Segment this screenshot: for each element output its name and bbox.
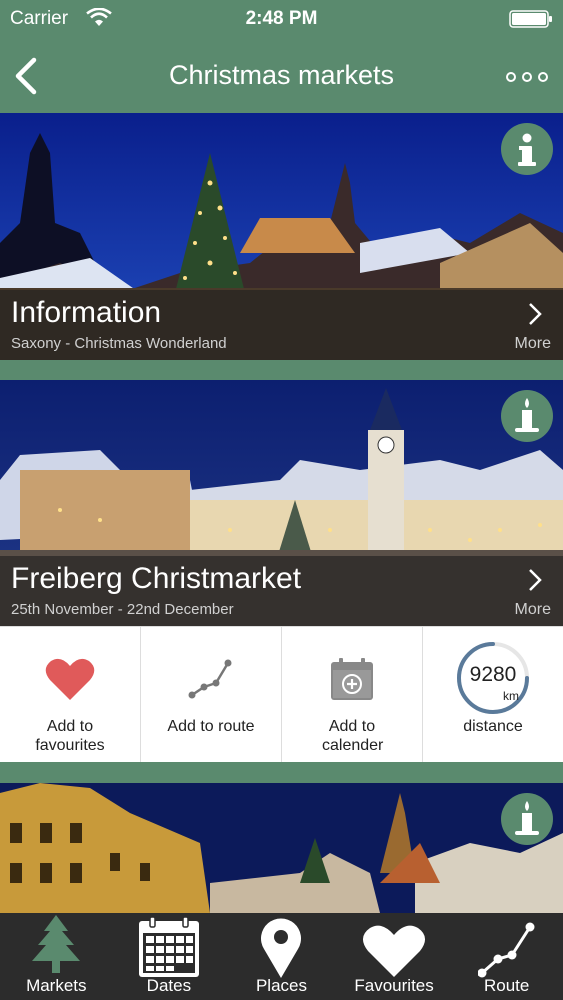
- add-to-favourites-button[interactable]: Add to favourites: [0, 627, 141, 762]
- next-market-card[interactable]: [0, 783, 563, 913]
- battery-icon: [509, 10, 552, 28]
- tab-markets[interactable]: Markets: [0, 913, 113, 1000]
- page-title: Christmas markets: [168, 60, 395, 90]
- freiberg-market-card[interactable]: Freiberg Christmarket 25th November - 22…: [0, 380, 563, 626]
- add-to-calendar-button[interactable]: Add to calender: [282, 627, 423, 762]
- tab-route[interactable]: Route: [450, 913, 563, 1000]
- info-badge[interactable]: [501, 123, 553, 175]
- tab-label: Dates: [146, 976, 192, 995]
- info-card[interactable]: Information Saxony - Christmas Wonderlan…: [0, 113, 563, 360]
- card-subtitle: Saxony - Christmas Wonderland: [11, 335, 227, 352]
- status-bar: Carrier 2:48 PM: [0, 0, 563, 40]
- candle-icon: [515, 398, 539, 432]
- info-card-overlay: Information Saxony - Christmas Wonderlan…: [0, 290, 563, 360]
- distance-gauge: 9280 km: [457, 642, 529, 714]
- action-label: distance: [463, 718, 523, 735]
- more-link[interactable]: More: [515, 335, 551, 353]
- tab-label: Markets: [26, 976, 87, 995]
- heart-icon: [363, 925, 426, 977]
- freiberg-card-overlay: Freiberg Christmarket 25th November - 22…: [0, 556, 563, 626]
- navigation-bar: Christmas markets: [0, 40, 563, 113]
- tab-label: Route: [483, 976, 530, 995]
- tab-favourites[interactable]: Favourites: [338, 913, 451, 1000]
- heart-icon: [45, 658, 95, 700]
- tab-label: Places: [255, 976, 307, 995]
- more-options-icon[interactable]: [505, 62, 549, 92]
- market-actions: Add to favourites Add to route Add to ca…: [0, 626, 563, 762]
- route-icon: [477, 922, 535, 978]
- candle-icon: [515, 801, 539, 835]
- candle-badge[interactable]: [501, 390, 553, 442]
- action-label: Add to route: [167, 718, 255, 735]
- candle-badge[interactable]: [501, 793, 553, 845]
- action-label: Add to calender: [322, 718, 384, 754]
- distance-value: 9280: [470, 663, 517, 686]
- tab-places[interactable]: Places: [225, 913, 338, 1000]
- chevron-right-icon: [529, 303, 542, 325]
- calendar-add-icon: [331, 658, 373, 700]
- more-link[interactable]: More: [515, 601, 551, 619]
- tab-bar: Markets Dates Places Favourites Route: [0, 913, 563, 1000]
- add-to-route-button[interactable]: Add to route: [141, 627, 282, 762]
- info-icon: [518, 133, 536, 166]
- action-label: Add to favourites: [35, 718, 105, 754]
- distance-unit: km: [503, 689, 519, 703]
- card-title: Information: [11, 296, 162, 329]
- chevron-right-icon: [529, 569, 542, 591]
- tab-dates[interactable]: Dates: [113, 913, 226, 1000]
- tree-icon: [32, 915, 81, 973]
- card-date-range: 25th November - 22nd December: [11, 601, 234, 618]
- status-time: 2:48 PM: [245, 8, 318, 29]
- distance-indicator: 9280 km distance: [423, 627, 563, 762]
- calendar-icon: [138, 917, 199, 977]
- tab-label: Favourites: [354, 976, 434, 995]
- route-icon: [188, 659, 232, 699]
- pin-icon: [261, 918, 302, 978]
- market-night-photo: [0, 783, 563, 913]
- card-title: Freiberg Christmarket: [11, 562, 302, 595]
